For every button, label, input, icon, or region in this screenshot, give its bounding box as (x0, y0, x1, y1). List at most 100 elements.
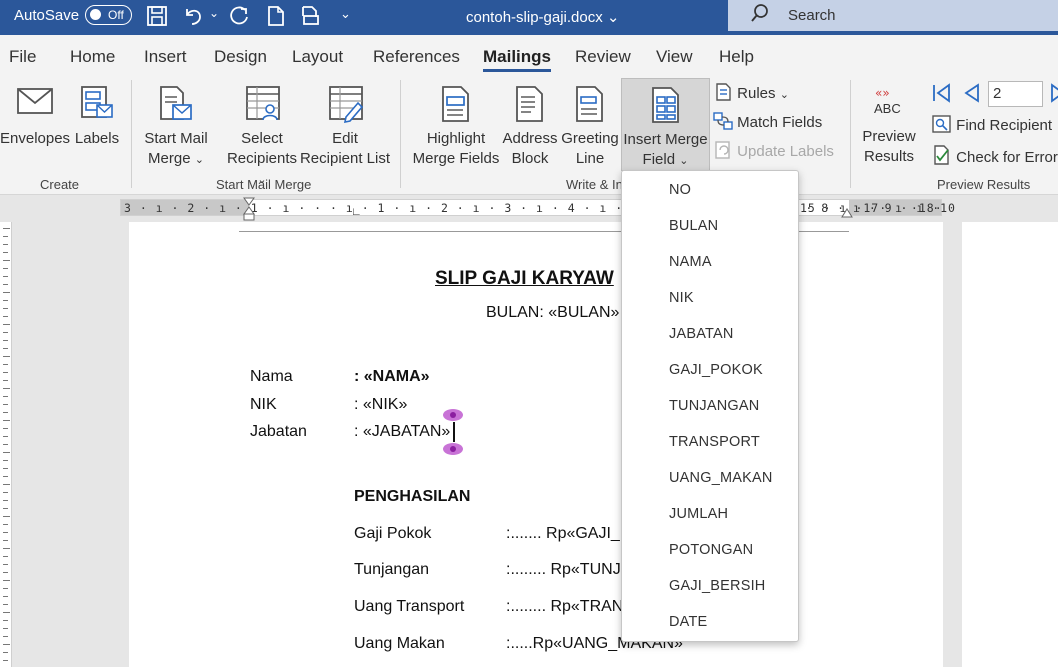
vertical-ruler-tick (3, 444, 8, 445)
next-record-icon[interactable] (1049, 81, 1058, 109)
select-recipients-icon (245, 85, 280, 123)
row-value: :........ Rp«TRAN (506, 598, 624, 615)
vertical-ruler-tick (3, 628, 8, 629)
check-for-errors-button[interactable]: Check for Errors (932, 145, 1058, 169)
redo-icon[interactable] (228, 5, 250, 32)
tab-file[interactable]: File (9, 47, 36, 67)
vertical-ruler[interactable] (0, 222, 12, 667)
tab-references[interactable]: References (373, 47, 460, 67)
tab-home[interactable]: Home (70, 47, 115, 67)
insert-merge-field-button[interactable]: Insert Merge Field ⌄ (621, 78, 710, 171)
merge-field-item[interactable]: TRANSPORT (669, 434, 760, 450)
tab-review[interactable]: Review (575, 47, 631, 67)
row-value: :....... Rp«GAJI_ (506, 525, 620, 542)
highlight-merge-fields-button[interactable]: Highlight Merge Fields (408, 85, 504, 169)
chevron-down-icon: ⌄ (679, 155, 689, 167)
search-box[interactable]: Search (728, 0, 1058, 31)
envelopes-button[interactable]: Envelopes (0, 85, 70, 149)
vertical-ruler-tick (3, 492, 8, 493)
merge-field-item[interactable]: UANG_MAKAN (669, 470, 773, 486)
edit-recipient-list-button[interactable]: Edit Recipient List (298, 85, 392, 169)
find-recipient-icon (932, 115, 952, 137)
new-document-icon[interactable] (266, 5, 286, 32)
find-recipient-button[interactable]: Find Recipient (932, 115, 1052, 137)
vertical-ruler-tick (3, 228, 10, 229)
tab-view[interactable]: View (656, 47, 693, 67)
vertical-ruler-tick (3, 292, 10, 293)
undo-icon[interactable] (182, 5, 204, 32)
right-indent-marker[interactable] (841, 205, 853, 223)
start-mail-merge-button[interactable]: Start Mail Merge ⌄ (140, 85, 212, 170)
vertical-ruler-tick (3, 324, 10, 325)
match-fields-button[interactable]: Match Fields (713, 112, 822, 134)
horizontal-ruler[interactable]: 3 · ı · 2 · ı · 1 · ı · · · ı · 1 · ı · … (0, 196, 1058, 222)
highlight-merge-fields-icon (439, 85, 473, 123)
vertical-ruler-tick (3, 412, 8, 413)
rules-icon (715, 83, 733, 105)
envelope-icon (17, 85, 53, 123)
merge-field-item[interactable]: JABATAN (669, 326, 734, 342)
row-label: Gaji Pokok (354, 525, 432, 542)
vertical-ruler-tick (3, 356, 10, 357)
merge-field-item[interactable]: GAJI_POKOK (669, 362, 763, 378)
edit-recipient-list-icon (328, 85, 364, 124)
record-number-input[interactable]: 2 (988, 81, 1043, 107)
tab-insert[interactable]: Insert (144, 47, 187, 67)
doc-bulan: BULAN: «BULAN» (486, 304, 620, 321)
vertical-ruler-tick (3, 436, 8, 437)
autosave-toggle[interactable]: Off (85, 5, 132, 25)
customize-toolbar-icon[interactable]: ⌄ (340, 6, 351, 22)
vertical-ruler-tick (3, 364, 8, 365)
greeting-line-button[interactable]: Greeting Line (560, 85, 620, 169)
abc-text: ABC (874, 101, 901, 116)
vertical-ruler-tick (3, 308, 8, 309)
vertical-ruler-tick (3, 260, 10, 261)
tab-help[interactable]: Help (719, 47, 754, 67)
vertical-ruler-tick (3, 636, 8, 637)
previous-record-icon[interactable] (962, 81, 982, 109)
tab-design[interactable]: Design (214, 47, 267, 67)
merge-field-item[interactable]: TUNJANGAN (669, 398, 759, 414)
preview-results-button[interactable]: «» ABC Preview Results (858, 85, 920, 167)
vertical-ruler-tick (3, 404, 8, 405)
vertical-ruler-tick (3, 524, 8, 525)
selection-handle-bottom[interactable] (443, 443, 463, 455)
update-labels-button[interactable]: Update Labels (715, 141, 834, 163)
vertical-ruler-tick (3, 468, 8, 469)
merge-field-item[interactable]: NIK (669, 290, 694, 306)
ribbon-separator (850, 80, 851, 188)
print-preview-icon[interactable] (300, 5, 322, 32)
merge-field-item[interactable]: GAJI_BERSIH (669, 578, 765, 594)
rules-button[interactable]: Rules ⌄ (715, 83, 789, 105)
ribbon-separator (400, 80, 401, 188)
merge-field-item[interactable]: DATE (669, 614, 707, 630)
save-icon[interactable] (146, 5, 168, 32)
tab-stop-marker[interactable]: ∟ (351, 206, 362, 218)
merge-field-item[interactable]: BULAN (669, 218, 718, 234)
next-page (962, 222, 1058, 667)
tab-mailings[interactable]: Mailings (483, 47, 552, 72)
document-title[interactable]: contoh-slip-gaji.docx ⌄ (466, 8, 620, 26)
tab-layout[interactable]: Layout (292, 47, 343, 67)
jabatan-field: : «JABATAN» (354, 423, 451, 440)
vertical-ruler-tick (3, 284, 8, 285)
document-page[interactable]: SLIP GAJI KARYAW BULAN: «BULAN» Nama : «… (129, 222, 943, 667)
labels-button[interactable]: Labels (72, 85, 122, 149)
chevron-down-icon: ⌄ (779, 89, 789, 101)
vertical-ruler-tick (3, 332, 8, 333)
first-record-icon[interactable] (931, 81, 953, 109)
vertical-ruler-tick (3, 604, 8, 605)
merge-field-item[interactable]: JUMLAH (669, 506, 728, 522)
selection-handle-top[interactable] (443, 409, 463, 421)
group-label-start-mail-merge: Start Mail Merge (216, 177, 312, 192)
address-block-button[interactable]: Address Block (500, 85, 560, 169)
merge-field-item[interactable]: NAMA (669, 254, 712, 270)
select-recipients-button[interactable]: Select Recipients ⌄ (226, 85, 298, 190)
vertical-ruler-tick (3, 652, 8, 653)
merge-field-item[interactable]: POTONGAN (669, 542, 753, 558)
ribbon-tabs: File Home Insert Design Layout Reference… (0, 35, 1058, 75)
undo-dropdown-icon[interactable]: ⌄ (209, 6, 219, 20)
row-value: :........ Rp«TUNJ (506, 561, 621, 578)
vertical-ruler-tick (3, 516, 10, 517)
merge-field-item[interactable]: NO (669, 182, 691, 198)
